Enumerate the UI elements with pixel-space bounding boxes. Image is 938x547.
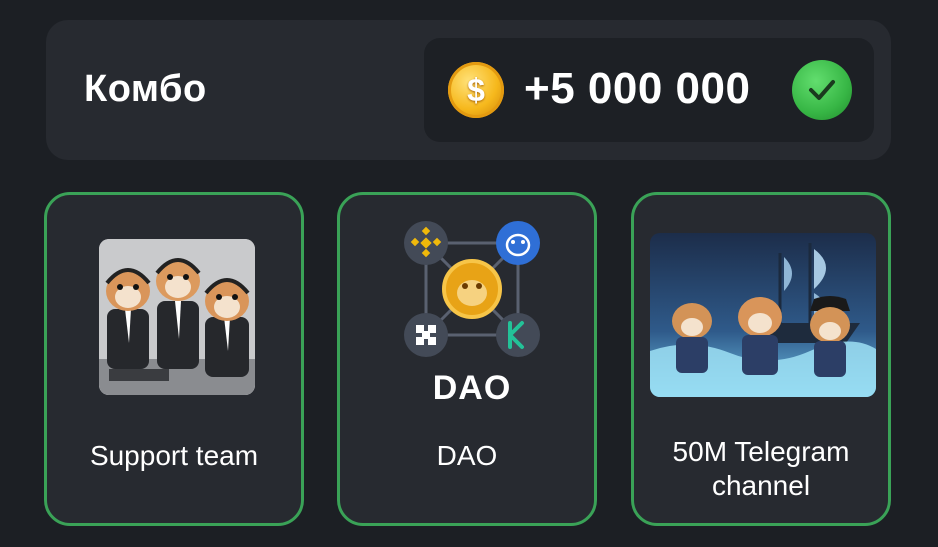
telegram-channel-image [650, 233, 876, 397]
combo-bar: Комбо $ +5 000 000 [46, 20, 891, 160]
support-team-label: Support team [89, 440, 259, 471]
telegram-channel-label: 50M Telegram channel [672, 436, 850, 501]
coin-symbol: $ [467, 71, 485, 108]
reward-pill: $ +5 000 000 [424, 38, 874, 142]
combo-card-support-team[interactable]: Support team [44, 192, 304, 526]
combo-card-50m-telegram-channel[interactable]: 50M Telegram channel [631, 192, 891, 526]
combo-title: Комбо [84, 68, 207, 110]
dao-label: DAO [436, 440, 498, 471]
reward-amount: +5 000 000 [524, 64, 751, 113]
checkmark-icon [792, 60, 852, 120]
support-team-image [99, 239, 255, 395]
dao-image-text: DAO [432, 369, 512, 407]
coin-icon: $ [448, 62, 504, 118]
combo-card-dao[interactable]: DAO DAO [337, 192, 597, 526]
dao-image: DAO [392, 219, 552, 415]
